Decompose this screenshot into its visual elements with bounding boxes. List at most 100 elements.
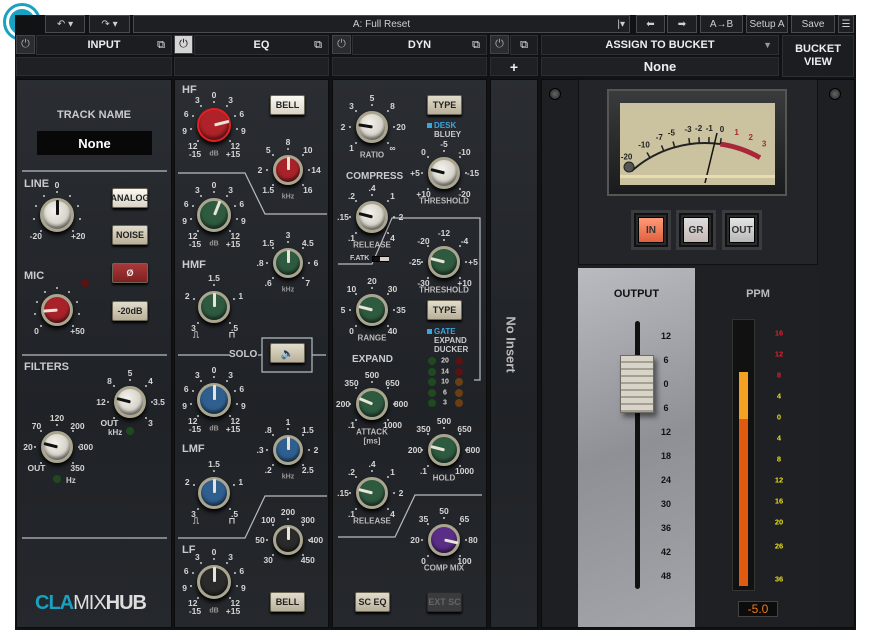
knob-tick-dot: [443, 150, 445, 152]
knob-hf-gain[interactable]: [197, 108, 231, 142]
knob-tick-label: 4: [148, 376, 153, 387]
solo-button[interactable]: 🔈: [270, 343, 305, 363]
logo-hub: HUB: [105, 592, 147, 614]
ppm-meter: [732, 319, 755, 591]
lpf-led: [126, 427, 134, 435]
lf-bell-button[interactable]: BELL: [270, 592, 305, 612]
knob-tick-dot: [234, 205, 237, 208]
knob-lmf-gain[interactable]: [197, 383, 231, 417]
gate-type-button[interactable]: TYPE: [427, 300, 462, 320]
knob-tick-dot: [386, 231, 389, 234]
knob-tick-dot: [355, 418, 358, 421]
output-scale-label: 0: [663, 379, 669, 389]
output-scale-label: 12: [660, 331, 672, 341]
knob-lpf[interactable]: [114, 386, 146, 418]
output-scale-label: 30: [660, 499, 672, 509]
knob-pointer: [358, 397, 373, 406]
knob-tick-label: 400: [308, 535, 324, 545]
knob-tick-label: 0: [349, 325, 354, 336]
knob-unit-label: [ms]: [363, 436, 381, 446]
knob-hmf-q[interactable]: [198, 291, 230, 323]
knob-bottom-label: ⎍: [193, 515, 199, 526]
knob-bottom-label: dB: [209, 607, 219, 615]
knob-tick-dot: [308, 169, 310, 171]
knob-tick-dot: [355, 476, 358, 479]
knob-comp-thresh[interactable]: [428, 157, 460, 189]
knob-tick-dot: [386, 200, 389, 203]
knob-comp-mix[interactable]: [428, 524, 460, 556]
analog-button[interactable]: ANALOG: [111, 188, 150, 208]
knob-tick-dot: [77, 205, 80, 208]
phase-button[interactable]: Ø: [112, 263, 148, 283]
solo-label: SOLO: [229, 349, 258, 360]
knob-pointer: [286, 437, 290, 450]
knob-tick-dot: [78, 218, 81, 221]
knob-tick-label: -25: [408, 257, 422, 267]
knob-tick-label: 9: [241, 215, 246, 226]
knob-lmf-q[interactable]: [198, 477, 230, 509]
knob-pointer: [443, 538, 458, 545]
knob-tick-label: 200: [407, 445, 423, 455]
knob-gate-thresh[interactable]: [428, 246, 460, 278]
knob-tick-label: 500: [436, 416, 452, 426]
knob-tick-label: .3: [256, 445, 264, 455]
sc-eq-button[interactable]: SC EQ: [355, 592, 390, 612]
output-fader-handle[interactable]: [620, 355, 654, 413]
knob-pointer: [212, 293, 216, 307]
knob-lmf-freq[interactable]: [273, 435, 303, 465]
knob-range[interactable]: [356, 294, 388, 326]
knob-attack[interactable]: [356, 388, 388, 420]
knob-ratio[interactable]: [356, 111, 388, 143]
hf-bell-button[interactable]: BELL: [270, 95, 305, 115]
knob-comp-release[interactable]: [356, 201, 388, 233]
knob-hf-freq[interactable]: [273, 155, 303, 185]
knob-tick-dot: [355, 324, 358, 327]
knob-tick-label: 2: [184, 290, 190, 301]
knob-tick-dot: [421, 539, 423, 541]
pad-button[interactable]: -20dB: [112, 301, 148, 321]
knob-tick-label: 800: [465, 445, 481, 455]
knob-tick-label: 9: [241, 582, 246, 593]
noise-button[interactable]: NOISE: [112, 225, 148, 245]
knob-mic[interactable]: [41, 294, 73, 326]
logo-mix: MIX: [73, 592, 107, 614]
knob-pointer: [212, 385, 216, 400]
knob-hold[interactable]: [428, 434, 460, 466]
vu-in-button[interactable]: IN: [634, 213, 668, 247]
knob-tick-label: 350: [344, 378, 359, 389]
ext-sc-button[interactable]: EXT SC: [427, 592, 462, 612]
output-scale-label: 12: [660, 427, 672, 437]
knob-tick-dot: [34, 446, 36, 448]
gr-led: [455, 378, 463, 386]
fatk-toggle[interactable]: [372, 256, 389, 262]
knob-tick-label: 5: [127, 368, 133, 378]
expand-label: EXPAND: [352, 354, 393, 365]
knob-tick-label: 0: [211, 180, 217, 190]
vu-tick: [688, 138, 691, 145]
knob-pointer: [357, 123, 373, 129]
knob-line[interactable]: [40, 198, 74, 232]
knob-gate-release[interactable]: [356, 477, 388, 509]
vu-out-button[interactable]: OUT: [725, 213, 759, 247]
knob-tick-label: 3: [228, 370, 234, 381]
knob-pointer: [42, 308, 58, 313]
knob-tick-dot: [213, 101, 215, 103]
knob-hmf-freq[interactable]: [273, 248, 303, 278]
knob-lf-freq[interactable]: [273, 525, 303, 555]
knob-hmf-gain[interactable]: [197, 198, 231, 232]
knob-tick-label: 1.5: [208, 459, 220, 469]
knob-tick-label: 3: [148, 417, 153, 428]
knob-hpf[interactable]: [41, 431, 73, 463]
vu-gr-button[interactable]: GR: [679, 213, 713, 247]
knob-tick-dot: [191, 390, 194, 393]
comp-type-button[interactable]: TYPE: [427, 95, 462, 115]
knob-tick-label: +50: [70, 325, 85, 336]
knob-name-label: ATTACK: [356, 427, 388, 437]
knob-tick-dot: [76, 300, 79, 303]
knob-pointer: [358, 212, 373, 219]
knob-lf-gain[interactable]: [197, 565, 231, 599]
knob-tick-label: 3.5: [153, 397, 165, 407]
knob-tick-dot: [393, 126, 395, 128]
track-name-field[interactable]: None: [37, 131, 152, 155]
fatk-label: F.ATK: [350, 255, 370, 262]
